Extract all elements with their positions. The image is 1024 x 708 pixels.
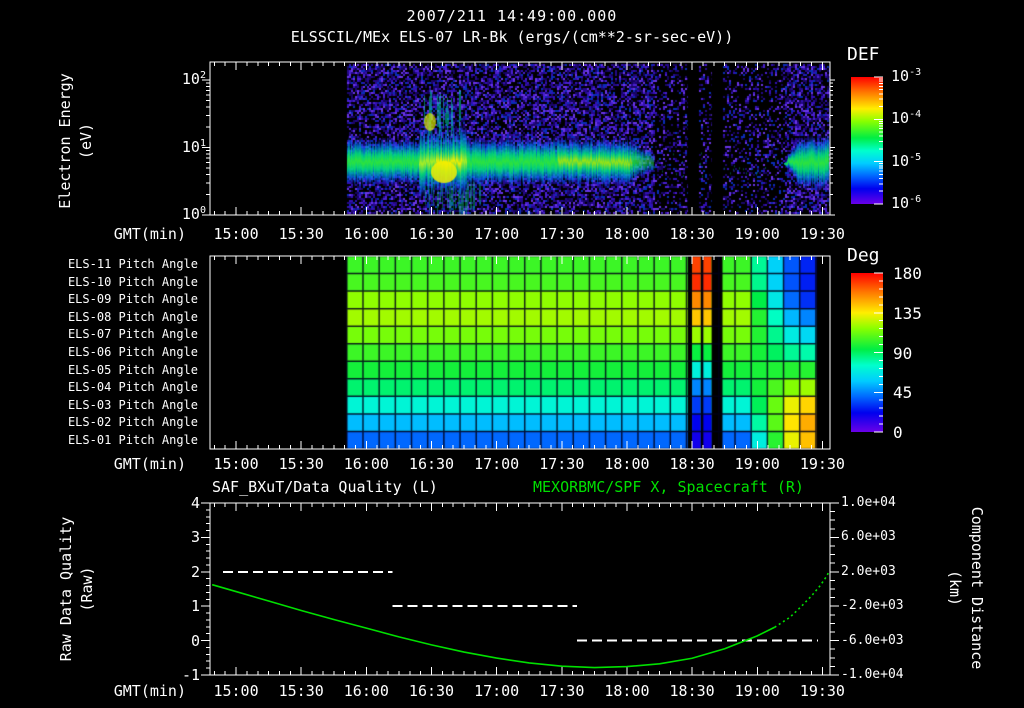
x-tick-label: 15:00 <box>213 682 259 700</box>
y-axis-label-electron-energy: Electron Energy (eV) <box>55 73 97 208</box>
pitch-row-label: ELS-02 Pitch Angle <box>67 415 198 430</box>
y-tick-label: -1.0e+04 <box>841 667 904 682</box>
y-tick-label: 100 <box>181 205 206 223</box>
plot-window: 2007/211 14:49:00.000 ELSSCIL/MEx ELS-07… <box>0 0 1024 708</box>
energy-spectrogram-canvas <box>210 62 830 215</box>
colorbar-tick-label: 90 <box>893 343 913 363</box>
pitch-row-label: ELS-06 Pitch Angle <box>67 345 198 360</box>
y-tick-label: 0 <box>190 631 200 650</box>
y-axis-label-line1: Raw Data Quality <box>57 516 75 662</box>
x-tick-label: 16:00 <box>343 455 389 473</box>
x-axis-title: GMT(min) <box>113 225 186 243</box>
x-tick-label: 16:30 <box>408 225 455 243</box>
x-tick-label: 18:00 <box>604 455 650 473</box>
x-axis-title: GMT(min) <box>113 455 186 473</box>
x-tick-label: 17:00 <box>474 455 520 473</box>
pitch-row-label: ELS-08 Pitch Angle <box>67 309 198 324</box>
pitch-row-label: ELS-05 Pitch Angle <box>67 362 198 377</box>
x-tick-label: 18:00 <box>604 682 650 700</box>
colorbar-deg-title: Deg <box>847 245 880 266</box>
colorbar-tick-label: 135 <box>893 303 922 323</box>
x-tick-label: 17:00 <box>474 682 520 700</box>
colorbar-tick-label: 10-5 <box>891 151 922 170</box>
x-tick-label: 17:30 <box>539 455 585 473</box>
x-tick-label: 15:30 <box>278 682 324 700</box>
x-tick-label: 16:30 <box>408 682 455 700</box>
x-tick-label: 15:30 <box>278 225 324 243</box>
y-tick-label: 1 <box>190 597 200 616</box>
colorbar-tick-label: 180 <box>893 264 922 283</box>
y-tick-label: 3 <box>190 528 200 547</box>
pitch-row-label: ELS-10 Pitch Angle <box>67 274 198 289</box>
y-tick-label: 2.0e+03 <box>841 563 896 579</box>
y-tick-label: -2.0e+03 <box>841 598 904 614</box>
x-tick-label: 17:30 <box>539 225 585 243</box>
x-tick-label: 18:30 <box>669 225 715 243</box>
x-tick-label: 19:00 <box>734 455 780 473</box>
x-tick-label: 16:00 <box>343 225 389 243</box>
pitch-angle-canvas <box>210 256 830 449</box>
pitch-row-label: ELS-09 Pitch Angle <box>67 292 198 307</box>
y-axis-label-raw-data-quality: Raw Data Quality (Raw) <box>56 517 98 662</box>
deg-colorbar <box>851 273 883 432</box>
colorbar-tick-label: 0 <box>893 423 903 442</box>
x-tick-label: 18:30 <box>669 455 715 473</box>
y-tick-label: 6.0e+03 <box>841 529 896 545</box>
x-tick-label: 19:30 <box>799 455 845 473</box>
pitch-row-label: ELS-11 Pitch Angle <box>67 257 198 272</box>
pitch-row-label: ELS-07 Pitch Angle <box>67 327 198 342</box>
x-tick-label: 17:30 <box>539 682 585 700</box>
x-tick-label: 19:00 <box>734 225 780 243</box>
pitch-row-label: ELS-04 Pitch Angle <box>67 380 198 395</box>
y-axis-label-line2: (eV) <box>77 122 95 160</box>
x-tick-label: 15:00 <box>213 455 259 473</box>
colorbar-tick-label: 45 <box>893 383 913 403</box>
y-tick-label: 102 <box>181 70 206 88</box>
bottom-panel-title-right: MEXORBMC/SPF X, Spacecraft (R) <box>533 478 804 496</box>
colorbar-tick-label: 10-3 <box>891 67 922 85</box>
x-tick-label: 19:30 <box>799 225 845 243</box>
pitch-row-label: ELS-01 Pitch Angle <box>67 432 198 447</box>
colorbar-def-title: DEF <box>847 44 880 65</box>
y-axis-label-line1: Electron Energy <box>56 73 74 209</box>
x-tick-label: 18:00 <box>604 225 650 243</box>
y-tick-label: 4 <box>190 494 200 512</box>
y-axis-label-line2: (Raw) <box>78 566 96 612</box>
y-tick-label: -6.0e+03 <box>841 632 904 648</box>
x-tick-label: 16:30 <box>408 455 455 473</box>
page-title: 2007/211 14:49:00.000 <box>406 7 618 25</box>
bottom-panel-title-left: SAF_BXuT/Data Quality (L) <box>212 478 438 496</box>
y-axis-label-component-distance: Component Distance (km) <box>944 507 988 670</box>
x-axis-title: GMT(min) <box>113 682 186 700</box>
y-axis-label-line1: Component Distance <box>968 506 986 670</box>
x-tick-label: 15:30 <box>278 455 324 473</box>
pitch-row-label: ELS-03 Pitch Angle <box>67 397 198 412</box>
x-tick-label: 15:00 <box>213 225 259 243</box>
x-tick-label: 16:00 <box>343 682 389 700</box>
y-tick-label: -1 <box>181 666 200 684</box>
x-tick-label: 17:00 <box>474 225 520 243</box>
x-tick-label: 18:30 <box>669 682 715 700</box>
y-tick-label: 2 <box>190 562 200 581</box>
x-tick-label: 19:30 <box>799 682 845 700</box>
colorbar-tick-label: 10-6 <box>891 194 922 212</box>
y-tick-label: 101 <box>181 137 206 156</box>
colorbar-tick-label: 10-4 <box>891 109 922 128</box>
x-tick-label: 19:00 <box>734 682 780 700</box>
y-tick-label: 1.0e+04 <box>841 495 896 510</box>
y-axis-label-line2: (km) <box>946 569 964 607</box>
def-colorbar <box>851 77 883 204</box>
